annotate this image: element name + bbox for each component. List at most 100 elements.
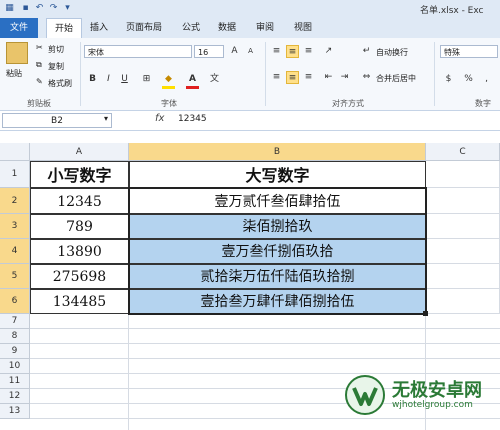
- cell-a4[interactable]: 13890: [30, 239, 129, 264]
- tab-insert[interactable]: 插入: [82, 18, 116, 38]
- cell-a6[interactable]: 134485: [30, 289, 129, 314]
- row-header[interactable]: 11: [0, 374, 30, 389]
- name-box-dropdown-icon[interactable]: ▾: [104, 114, 108, 123]
- tab-file[interactable]: 文件: [0, 18, 38, 38]
- column-header-c[interactable]: C: [426, 143, 500, 161]
- merge-center-icon[interactable]: ⇔: [360, 71, 373, 84]
- window-title: 名单.xlsx - Exc: [420, 6, 484, 16]
- cell-b1[interactable]: 大写数字: [129, 161, 426, 188]
- fill-color-icon[interactable]: ◆: [162, 73, 175, 86]
- number-group-label: 数字: [475, 99, 491, 108]
- watermark-logo-icon: [345, 375, 385, 415]
- font-color-swatch: [186, 86, 199, 89]
- cell-b5[interactable]: 贰拾柒万伍仟陆佰玖拾捌: [129, 264, 426, 289]
- bold-button[interactable]: B: [86, 73, 99, 86]
- align-left-icon[interactable]: ≡: [270, 71, 283, 84]
- formula-input[interactable]: 12345: [178, 114, 207, 124]
- tab-page-layout[interactable]: 页面布局: [118, 18, 170, 38]
- row-header[interactable]: 6: [0, 289, 30, 314]
- ribbon-separator: [434, 42, 435, 106]
- font-size-combo[interactable]: 16: [194, 45, 224, 58]
- merge-center-button[interactable]: 合并后居中: [376, 73, 416, 84]
- cell-c2[interactable]: [426, 188, 500, 214]
- italic-button[interactable]: I: [102, 73, 115, 86]
- phonetic-icon[interactable]: 文: [208, 73, 221, 86]
- cell-a1[interactable]: 小写数字: [30, 161, 129, 188]
- undo-icon[interactable]: ↶: [34, 3, 45, 14]
- decrease-indent-icon[interactable]: ⇤: [322, 71, 335, 84]
- cell-b2-active[interactable]: 壹万贰仟叁佰肆拾伍: [129, 188, 426, 214]
- redo-icon[interactable]: ↷: [48, 3, 59, 14]
- row-header[interactable]: 3: [0, 214, 30, 239]
- quick-access-dropdown-icon[interactable]: ▾: [62, 3, 73, 14]
- copy-button[interactable]: 复制: [48, 61, 64, 72]
- row-header[interactable]: 12: [0, 389, 30, 404]
- wrap-text-button[interactable]: 自动换行: [376, 47, 408, 58]
- copy-icon[interactable]: ⧉: [36, 60, 42, 70]
- tab-review[interactable]: 审阅: [248, 18, 282, 38]
- comma-button[interactable]: ,: [480, 73, 493, 86]
- tab-view[interactable]: 视图: [286, 18, 320, 38]
- number-format-combo[interactable]: 特殊: [440, 45, 498, 58]
- paste-button[interactable]: 粘贴: [6, 68, 22, 79]
- row-header[interactable]: 8: [0, 329, 30, 344]
- font-name-combo[interactable]: 宋体: [84, 45, 192, 58]
- align-bottom-icon[interactable]: ≡: [302, 45, 315, 58]
- currency-icon[interactable]: $: [442, 73, 455, 86]
- shrink-font-icon[interactable]: A: [244, 45, 257, 58]
- align-middle-icon[interactable]: ≡: [286, 45, 299, 58]
- orientation-icon[interactable]: ↗: [322, 45, 335, 58]
- row-header[interactable]: 13: [0, 404, 30, 419]
- align-center-icon[interactable]: ≡: [286, 71, 299, 84]
- cell-a5[interactable]: 275698: [30, 264, 129, 289]
- watermark-url: wjhotelgroup.com: [392, 400, 473, 410]
- row-header[interactable]: 7: [0, 314, 30, 329]
- tab-home[interactable]: 开始: [46, 18, 83, 39]
- cell-c6[interactable]: [426, 289, 500, 314]
- tab-data[interactable]: 数据: [210, 18, 244, 38]
- tab-formulas[interactable]: 公式: [174, 18, 208, 38]
- column-header-a[interactable]: A: [30, 143, 129, 161]
- wrap-text-icon[interactable]: ↵: [360, 45, 373, 58]
- cell-c1[interactable]: [426, 161, 500, 188]
- borders-icon[interactable]: ⊞: [140, 73, 153, 86]
- grow-font-icon[interactable]: A: [228, 45, 241, 58]
- insert-function-button[interactable]: fx: [155, 113, 164, 124]
- row-header[interactable]: 2: [0, 188, 30, 214]
- increase-indent-icon[interactable]: ⇥: [338, 71, 351, 84]
- cell-a2[interactable]: 12345: [30, 188, 129, 214]
- cell-b3[interactable]: 柒佰捌拾玖: [129, 214, 426, 239]
- ribbon-tabs: 文件 开始 插入 页面布局 公式 数据 审阅 视图: [0, 18, 500, 39]
- cell-b6[interactable]: 壹拾叁万肆仟肆佰捌拾伍: [129, 289, 426, 314]
- format-painter-icon[interactable]: ✎: [36, 77, 43, 86]
- cell-a3[interactable]: 789: [30, 214, 129, 239]
- underline-button[interactable]: U: [118, 73, 131, 86]
- font-color-icon[interactable]: A: [186, 73, 199, 86]
- row-header[interactable]: 1: [0, 161, 30, 188]
- save-icon[interactable]: ▪: [20, 3, 31, 14]
- cell-c4[interactable]: [426, 239, 500, 264]
- cut-icon[interactable]: ✂: [36, 43, 43, 52]
- font-group-label: 字体: [161, 99, 177, 108]
- percent-button[interactable]: %: [462, 73, 475, 86]
- cell-c5[interactable]: [426, 264, 500, 289]
- title-bar: ▦ ▪ ↶ ↷ ▾ 名单.xlsx - Exc: [0, 0, 500, 19]
- cell-c3[interactable]: [426, 214, 500, 239]
- paste-icon[interactable]: [6, 42, 28, 64]
- fill-handle[interactable]: [423, 311, 428, 316]
- watermark-title: 无极安卓网: [392, 380, 482, 401]
- row-header[interactable]: 4: [0, 239, 30, 264]
- row-header[interactable]: 10: [0, 359, 30, 374]
- fill-color-swatch: [162, 86, 175, 89]
- select-all-corner[interactable]: [0, 143, 30, 161]
- cut-button[interactable]: 剪切: [48, 44, 64, 55]
- excel-app-icon: ▦: [5, 3, 14, 13]
- row-header[interactable]: 5: [0, 264, 30, 289]
- row-header[interactable]: 9: [0, 344, 30, 359]
- align-top-icon[interactable]: ≡: [270, 45, 283, 58]
- column-header-b[interactable]: B: [129, 143, 426, 161]
- cell-b4[interactable]: 壹万叁仟捌佰玖拾: [129, 239, 426, 264]
- align-right-icon[interactable]: ≡: [302, 71, 315, 84]
- format-painter-button[interactable]: 格式刷: [48, 78, 72, 89]
- name-box[interactable]: B2: [2, 113, 112, 128]
